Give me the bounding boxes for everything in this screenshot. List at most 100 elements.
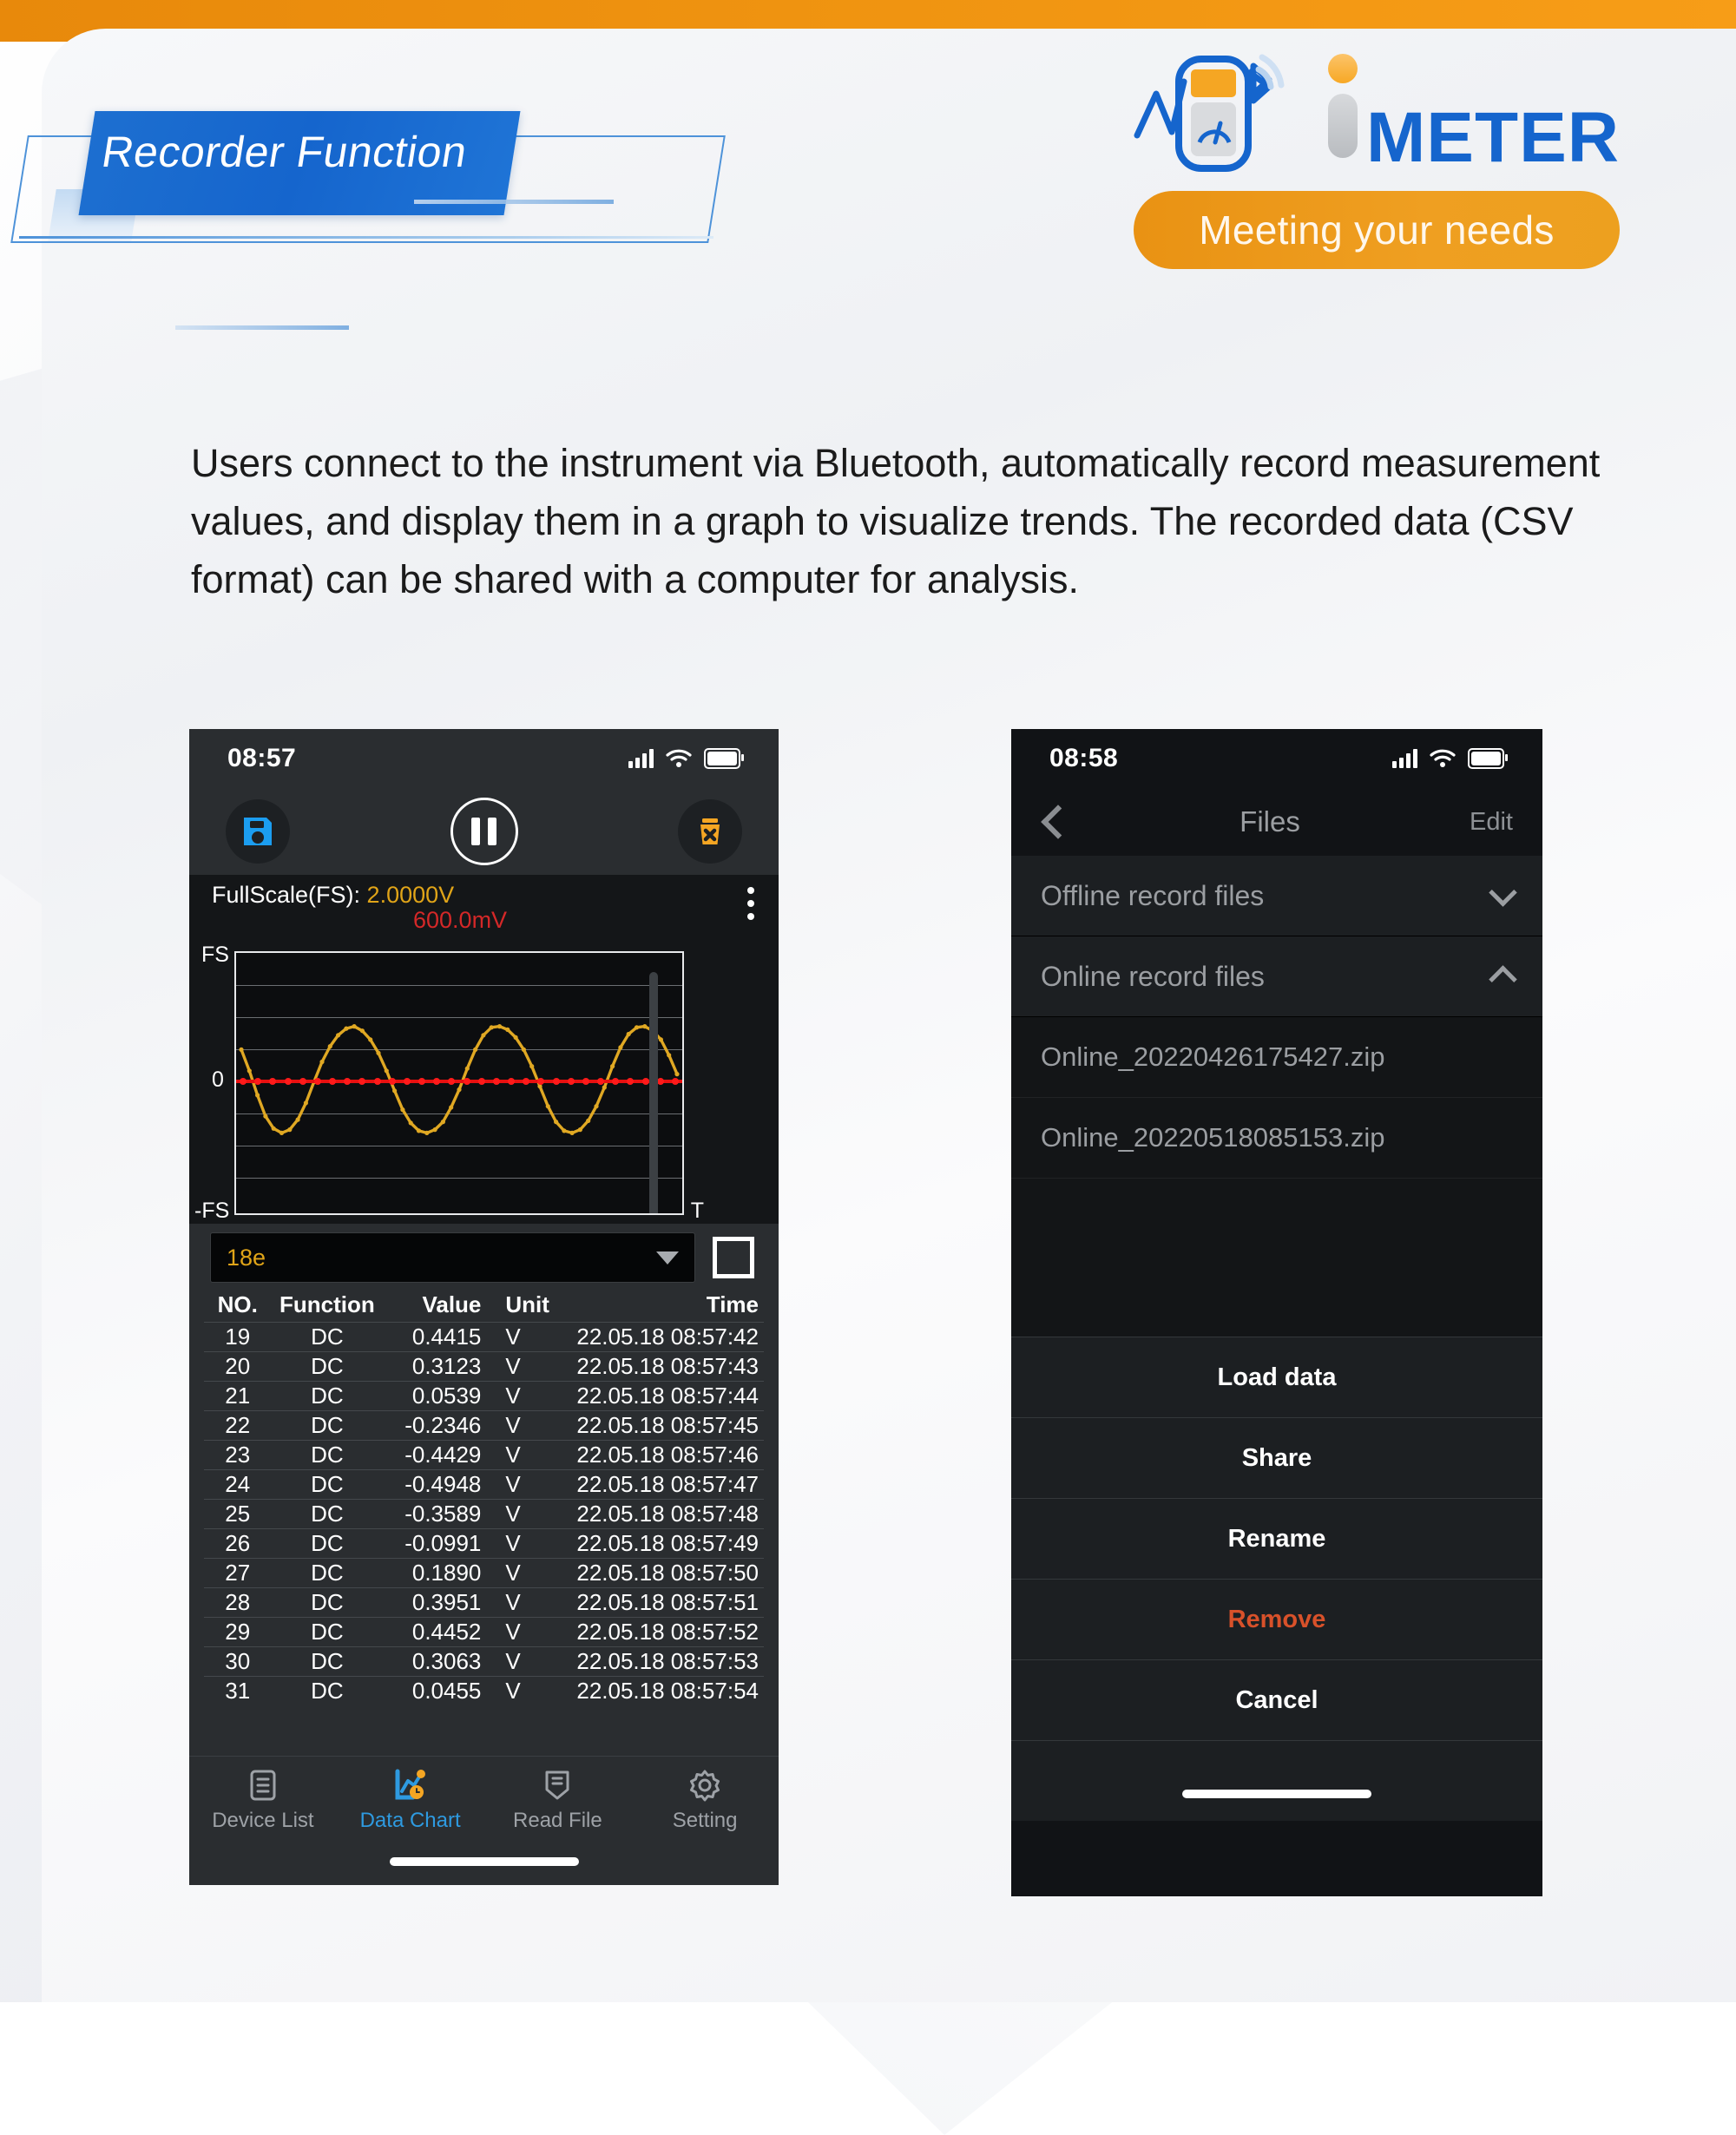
- device-list-icon: [250, 1770, 276, 1801]
- table-row[interactable]: 27 DC 0.1890 V 22.05.18 08:57:50: [204, 1558, 764, 1588]
- edit-button[interactable]: Edit: [1470, 808, 1513, 837]
- table-cell: 22: [204, 1410, 272, 1441]
- col-time: Time: [706, 1291, 759, 1317]
- delete-trash-icon: [700, 818, 720, 844]
- wifi-icon: [666, 749, 692, 767]
- table-cell: DC: [271, 1410, 384, 1441]
- signal-bars-icon: [1392, 749, 1417, 768]
- brand-wordmark: METER: [1328, 54, 1620, 174]
- action-load-data-button[interactable]: Load data: [1011, 1337, 1542, 1417]
- table-cell: DC: [271, 1469, 384, 1500]
- kebab-menu-icon[interactable]: [747, 887, 754, 920]
- fullscreen-icon[interactable]: [709, 1233, 758, 1282]
- chart-axis-top-label: FS: [201, 943, 229, 967]
- table-cell: 0.4415: [383, 1322, 496, 1352]
- table-row[interactable]: 31 DC 0.0455 V 22.05.18 08:57:54: [204, 1676, 764, 1705]
- battery-icon: [1468, 748, 1508, 769]
- title-tick-bottom: [175, 325, 349, 330]
- status-time: 08:57: [227, 744, 297, 772]
- table-row[interactable]: 19 DC 0.4415 V 22.05.18 08:57:42: [204, 1322, 764, 1352]
- table-row[interactable]: 22 DC -0.2346 V 22.05.18 08:57:45: [204, 1410, 764, 1441]
- series-select-value: 18e: [227, 1244, 266, 1271]
- table-row[interactable]: 30 DC 0.3063 V 22.05.18 08:57:53: [204, 1646, 764, 1677]
- section-label: Online record files: [1041, 960, 1265, 992]
- file-list-item[interactable]: Online_20220518085153.zip: [1011, 1098, 1542, 1179]
- section-label: Offline record files: [1041, 879, 1265, 911]
- table-cell: V: [495, 1676, 562, 1705]
- table-cell: DC: [271, 1440, 384, 1470]
- action-remove-button[interactable]: Remove: [1011, 1579, 1542, 1659]
- action-rename-button[interactable]: Rename: [1011, 1498, 1542, 1579]
- table-cell: V: [495, 1322, 562, 1352]
- action-label: Load data: [1217, 1363, 1337, 1391]
- table-cell: 22.05.18 08:57:49: [562, 1528, 764, 1559]
- status-bar-left: 08:57: [189, 729, 779, 788]
- page-title-block: Recorder Function: [10, 95, 783, 330]
- series-select[interactable]: 18e: [210, 1232, 695, 1283]
- multimeter-bluetooth-logo-icon: [1130, 52, 1312, 174]
- table-cell: V: [495, 1410, 562, 1441]
- action-cancel-button[interactable]: Cancel: [1011, 1659, 1542, 1740]
- table-row[interactable]: 23 DC -0.4429 V 22.05.18 08:57:46: [204, 1440, 764, 1470]
- col-value: Value: [422, 1291, 482, 1317]
- table-cell: 27: [204, 1558, 272, 1588]
- brand-tagline-pill: Meeting your needs: [1134, 191, 1620, 269]
- table-cell: -0.0991: [383, 1528, 496, 1559]
- chevron-left-icon[interactable]: [1041, 805, 1075, 839]
- save-button[interactable]: [226, 799, 290, 864]
- table-cell: 28: [204, 1587, 272, 1618]
- tab-setting[interactable]: Setting: [631, 1757, 779, 1885]
- tab-label: Data Chart: [359, 1809, 461, 1832]
- section-offline-record-files[interactable]: Offline record files: [1011, 856, 1542, 936]
- table-cell: DC: [271, 1646, 384, 1677]
- page-title: Files: [1240, 805, 1300, 838]
- waveform-chart: FS 0 -FS T: [189, 937, 779, 1224]
- table-row[interactable]: 26 DC -0.0991 V 22.05.18 08:57:49: [204, 1528, 764, 1559]
- action-sheet-footer: [1011, 1740, 1542, 1821]
- table-row[interactable]: 24 DC -0.4948 V 22.05.18 08:57:47: [204, 1469, 764, 1500]
- table-cell: DC: [271, 1587, 384, 1618]
- table-row[interactable]: 20 DC 0.3123 V 22.05.18 08:57:43: [204, 1351, 764, 1382]
- file-list-item[interactable]: Online_20220426175427.zip: [1011, 1017, 1542, 1098]
- title-underline: [19, 236, 713, 239]
- table-cell: -0.3589: [383, 1499, 496, 1529]
- zero-reference-markers: [236, 1076, 682, 1087]
- table-row[interactable]: 25 DC -0.3589 V 22.05.18 08:57:48: [204, 1499, 764, 1529]
- action-share-button[interactable]: Share: [1011, 1417, 1542, 1498]
- table-cell: 30: [204, 1646, 272, 1677]
- chart-vertical-scrollbar[interactable]: [649, 972, 658, 1213]
- status-bar-right: 08:58: [1011, 729, 1542, 788]
- table-cell: DC: [271, 1322, 384, 1352]
- description-paragraph: Users connect to the instrument via Blue…: [191, 441, 1601, 601]
- fullscale-line: FullScale(FS): 2.0000V: [212, 882, 756, 909]
- pause-button[interactable]: [450, 798, 518, 865]
- section-online-record-files[interactable]: Online record files: [1011, 936, 1542, 1017]
- title-tick-top: [414, 200, 614, 204]
- table-cell: DC: [271, 1499, 384, 1529]
- chart-axis-bottom-label: -FS: [194, 1199, 230, 1223]
- wifi-icon: [1430, 749, 1456, 767]
- table-cell: V: [495, 1351, 562, 1382]
- read-file-icon: [545, 1770, 569, 1800]
- table-cell: 21: [204, 1381, 272, 1411]
- table-cell: 22.05.18 08:57:43: [562, 1351, 764, 1382]
- table-cell: 0.0539: [383, 1381, 496, 1411]
- tab-device-list[interactable]: Device List: [189, 1757, 337, 1885]
- chart-axis-zero-label: 0: [212, 1068, 224, 1092]
- files-navbar: Files Edit: [1011, 788, 1542, 856]
- table-row[interactable]: 29 DC 0.4452 V 22.05.18 08:57:52: [204, 1617, 764, 1647]
- table-row[interactable]: 21 DC 0.0539 V 22.05.18 08:57:44: [204, 1381, 764, 1411]
- table-cell: 22.05.18 08:57:50: [562, 1558, 764, 1588]
- table-cell: 22.05.18 08:57:53: [562, 1646, 764, 1677]
- brand-letter-i: [1328, 54, 1366, 161]
- delete-button[interactable]: [678, 799, 742, 864]
- table-cell: V: [495, 1469, 562, 1500]
- table-row[interactable]: 28 DC 0.3951 V 22.05.18 08:57:51: [204, 1587, 764, 1618]
- status-time: 08:58: [1049, 744, 1119, 772]
- chart-plot-area[interactable]: 1:1: [234, 951, 684, 1215]
- action-label: Remove: [1227, 1605, 1326, 1633]
- chevron-down-icon: [1489, 877, 1517, 907]
- logo-row: METER: [1130, 52, 1620, 174]
- save-floppy-icon: [244, 818, 272, 845]
- brand-tagline: Meeting your needs: [1199, 207, 1555, 253]
